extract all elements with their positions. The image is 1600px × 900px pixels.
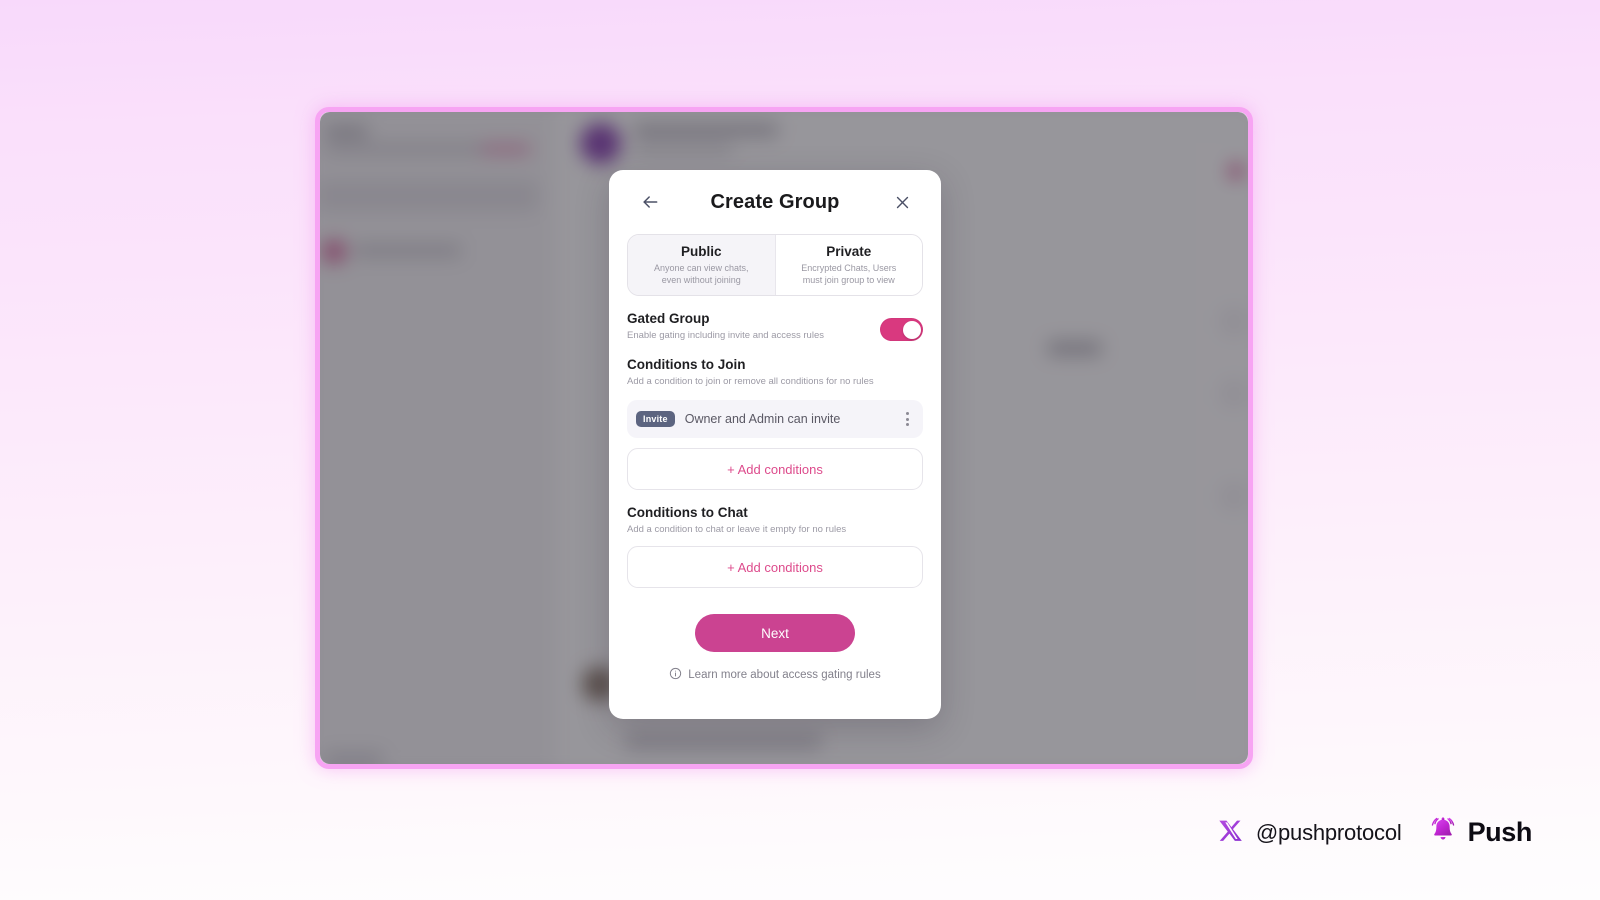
conditions-to-chat-title: Conditions to Chat — [627, 505, 748, 520]
gated-group-title: Gated Group — [627, 311, 710, 326]
push-bell-icon — [1426, 813, 1460, 852]
condition-label: Owner and Admin can invite — [684, 412, 841, 426]
create-group-modal: Create Group Public Anyone can view chat… — [609, 170, 941, 719]
condition-badge-invite: Invite — [636, 411, 675, 427]
group-visibility-selector: Public Anyone can view chats, even witho… — [627, 234, 923, 296]
learn-more-link[interactable]: Learn more about access gating rules — [627, 667, 923, 683]
add-conditions-join-button[interactable]: + Add conditions — [627, 448, 923, 490]
gated-group-subtitle: Enable gating including invite and acces… — [627, 330, 824, 341]
add-conditions-chat-button[interactable]: + Add conditions — [627, 546, 923, 588]
push-wordmark: Push — [1467, 817, 1533, 847]
info-icon — [669, 667, 682, 683]
branding: @pushprotocol Push — [1219, 813, 1532, 852]
next-button[interactable]: Next — [695, 614, 855, 652]
visibility-option-public-label: Public — [680, 244, 722, 259]
visibility-private-desc-line2: must join group to view — [802, 275, 895, 285]
gated-group-section: Gated Group Enable gating including invi… — [627, 311, 923, 342]
learn-more-label: Learn more about access gating rules — [688, 669, 881, 681]
gated-group-toggle[interactable] — [880, 318, 923, 341]
x-twitter-icon — [1219, 818, 1244, 848]
conditions-to-chat-section: Conditions to Chat Add a condition to ch… — [627, 505, 923, 588]
visibility-private-desc-line1: Encrypted Chats, Users — [801, 263, 897, 273]
visibility-option-private-label: Private — [826, 244, 872, 259]
visibility-public-desc-line1: Anyone can view chats, — [653, 263, 749, 273]
visibility-option-private-description: Encrypted Chats, Users must join group t… — [801, 262, 896, 286]
arrow-left-icon[interactable] — [637, 189, 663, 215]
visibility-option-private[interactable]: Private Encrypted Chats, Users must join… — [774, 235, 922, 295]
push-logo: Push — [1426, 813, 1532, 852]
conditions-to-join-subtitle: Add a condition to join or remove all co… — [627, 376, 874, 387]
conditions-to-join-title: Conditions to Join — [627, 357, 746, 372]
x-social-handle: @pushprotocol — [1219, 818, 1402, 848]
toggle-knob — [902, 320, 921, 339]
visibility-option-public[interactable]: Public Anyone can view chats, even witho… — [628, 235, 775, 295]
x-handle-label: @pushprotocol — [1255, 819, 1402, 845]
kebab-menu-icon[interactable] — [899, 408, 915, 430]
visibility-option-public-description: Anyone can view chats, even without join… — [654, 262, 749, 286]
conditions-to-join-section: Conditions to Join Add a condition to jo… — [627, 357, 923, 490]
conditions-to-chat-subtitle: Add a condition to chat or leave it empt… — [627, 524, 847, 535]
modal-header: Create Group — [627, 170, 923, 234]
close-icon[interactable] — [889, 189, 915, 215]
condition-row[interactable]: Invite Owner and Admin can invite — [627, 400, 923, 438]
page-title: Create Group — [710, 190, 840, 213]
visibility-public-desc-line2: even without joining — [661, 275, 741, 285]
